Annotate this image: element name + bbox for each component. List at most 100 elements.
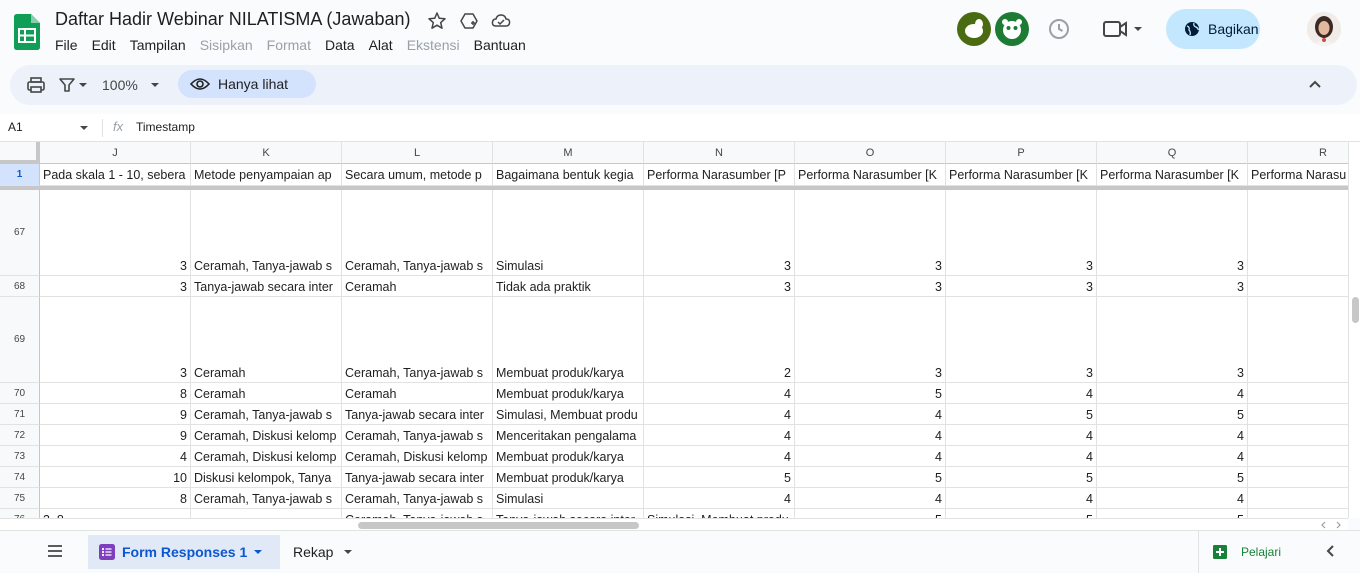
star-icon[interactable] [427,11,447,31]
table-cell[interactable]: 8 [40,383,191,404]
table-cell[interactable]: Simulasi [493,190,644,276]
table-cell[interactable]: 3 [40,276,191,297]
table-cell[interactable]: 8 [40,488,191,509]
table-cell[interactable]: 3 [795,297,946,383]
row-header[interactable]: 72 [0,425,40,446]
menu-insert[interactable]: Sisipkan [193,36,260,56]
table-cell[interactable]: 5 [946,467,1097,488]
header-cell[interactable]: Performa Narasumber [K [1097,164,1248,186]
table-cell[interactable]: Ceramah, Tanya-jawab s [342,190,493,276]
column-header[interactable]: Q [1097,142,1248,164]
vertical-scrollbar[interactable] [1348,142,1360,518]
column-header[interactable]: K [191,142,342,164]
scroll-arrows-icon[interactable] [1320,521,1342,529]
table-cell[interactable]: 3 [644,276,795,297]
table-cell[interactable]: 5 [1097,467,1248,488]
table-cell[interactable]: 5 [1097,509,1248,518]
table-cell[interactable]: 4 [1097,488,1248,509]
table-cell[interactable]: 4 [795,404,946,425]
chevron-down-icon[interactable] [150,81,160,89]
header-cell[interactable]: Performa Narasu [1248,164,1348,186]
table-cell[interactable]: 5 [795,383,946,404]
table-cell[interactable] [1248,404,1348,425]
row-header[interactable]: 74 [0,467,40,488]
table-cell[interactable]: Ceramah, Tanya-jawab s [191,404,342,425]
column-header[interactable]: L [342,142,493,164]
table-cell[interactable]: 3, 8 [40,509,191,518]
table-cell[interactable]: 4 [40,446,191,467]
print-icon[interactable] [26,75,46,95]
table-cell[interactable]: 3 [40,190,191,276]
chevron-left-icon[interactable] [1324,544,1338,558]
table-cell[interactable]: 4 [644,488,795,509]
table-cell[interactable] [1248,488,1348,509]
table-cell[interactable]: Membuat produk/karya [493,467,644,488]
table-cell[interactable]: 2 [644,297,795,383]
table-cell[interactable]: Menceritakan pengalama [493,425,644,446]
column-header[interactable]: N [644,142,795,164]
header-cell[interactable]: Performa Narasumber [K [946,164,1097,186]
horizontal-scrollbar[interactable] [0,518,1348,530]
table-cell[interactable] [1248,446,1348,467]
header-cell[interactable]: Secara umum, metode p [342,164,493,186]
row-header[interactable]: 68 [0,276,40,297]
table-cell[interactable]: 4 [644,383,795,404]
table-cell[interactable]: Ceramah [191,297,342,383]
table-cell[interactable]: 4 [644,425,795,446]
table-cell[interactable]: 3 [795,276,946,297]
anonymous-viewer-avatar-icon[interactable] [995,12,1029,46]
table-cell[interactable]: Ceramah, Diskusi kelomp [191,446,342,467]
row-header[interactable]: 70 [0,383,40,404]
cloud-status-icon[interactable] [491,11,511,31]
share-button[interactable]: Bagikan [1166,9,1260,49]
table-cell[interactable] [1248,297,1348,383]
table-cell[interactable] [191,509,342,518]
table-cell[interactable]: 4 [946,425,1097,446]
menu-view[interactable]: Tampilan [123,36,193,56]
move-to-drive-icon[interactable] [459,11,479,31]
table-cell[interactable]: Ceramah, Tanya-jawab s [342,509,493,518]
table-cell[interactable]: 3 [1097,297,1248,383]
table-cell[interactable]: 3 [946,297,1097,383]
table-cell[interactable]: Ceramah [191,383,342,404]
table-cell[interactable]: 4 [644,446,795,467]
menu-edit[interactable]: Edit [85,36,123,56]
table-cell[interactable]: 3 [1097,190,1248,276]
account-avatar[interactable] [1307,12,1341,46]
menu-help[interactable]: Bantuan [467,36,533,56]
meet-video-icon[interactable] [1103,18,1145,40]
table-cell[interactable]: Tanya-jawab secara inter [342,404,493,425]
chevron-down-icon[interactable] [253,548,263,556]
table-cell[interactable]: 3 [946,190,1097,276]
view-only-badge[interactable]: Hanya lihat [178,70,316,98]
document-title[interactable]: Daftar Hadir Webinar NILATISMA (Jawaban) [55,9,410,30]
row-header[interactable]: 76 [0,509,40,518]
chevron-down-icon[interactable] [79,124,89,132]
table-cell[interactable]: 4 [644,404,795,425]
explore-button[interactable]: Pelajari [1198,531,1310,573]
table-cell[interactable]: Ceramah [342,276,493,297]
collapse-menus-icon[interactable] [1308,79,1322,89]
table-cell[interactable]: 4 [946,488,1097,509]
row-header[interactable]: 73 [0,446,40,467]
table-cell[interactable]: 4 [795,488,946,509]
header-cell[interactable]: Bagaimana bentuk kegia [493,164,644,186]
menu-data[interactable]: Data [318,36,362,56]
table-cell[interactable]: Tanya-jawab secara inter [342,467,493,488]
filter-icon[interactable] [58,75,90,95]
chevron-down-icon[interactable] [343,548,353,556]
table-cell[interactable]: 5 [946,404,1097,425]
table-cell[interactable]: Diskusi kelompok, Tanya [191,467,342,488]
table-cell[interactable]: 4 [946,446,1097,467]
anonymous-viewer-avatar-icon[interactable] [957,12,991,46]
menu-extensions[interactable]: Ekstensi [400,36,467,56]
column-header[interactable]: O [795,142,946,164]
table-cell[interactable]: 3 [795,190,946,276]
sheet-tab-rekap[interactable]: Rekap [284,535,353,569]
formula-input[interactable]: Timestamp [136,120,195,134]
google-sheets-logo[interactable] [14,14,40,50]
name-box[interactable]: A1 [8,120,23,134]
table-cell[interactable]: 9 [40,425,191,446]
table-cell[interactable]: 4 [946,383,1097,404]
table-cell[interactable]: 5 [1097,404,1248,425]
